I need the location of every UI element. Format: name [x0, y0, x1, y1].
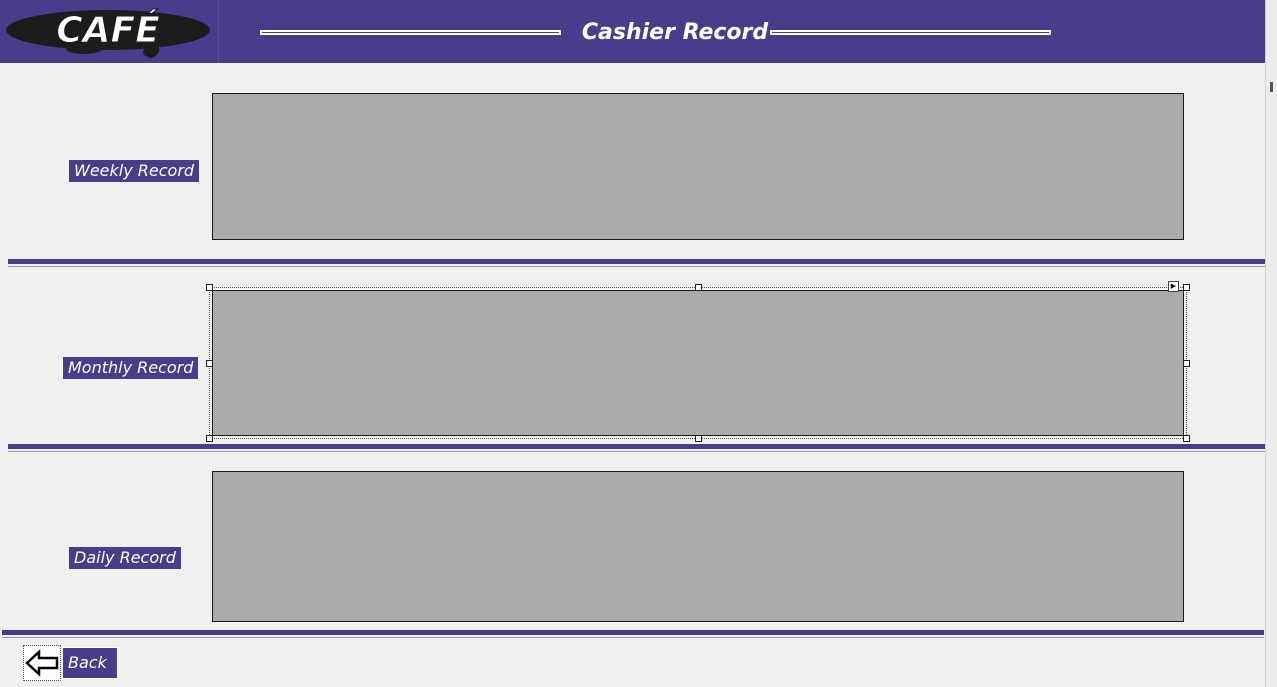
page-title: Cashier Record: [581, 20, 769, 45]
resize-handle[interactable]: [206, 284, 213, 291]
cafe-logo: CAFÉ: [6, 9, 210, 58]
section-divider: [8, 259, 1265, 264]
daily-record-label: Daily Record: [69, 547, 181, 569]
resize-handle[interactable]: [1183, 435, 1190, 442]
section-divider-thin: [8, 451, 1265, 452]
daily-record-grid[interactable]: [212, 471, 1184, 622]
title-decor-line-left: [260, 30, 561, 35]
weekly-record-label: Weekly Record: [69, 160, 200, 182]
resize-handle[interactable]: [1183, 360, 1190, 367]
logo-panel: CAFÉ: [0, 0, 219, 63]
section-divider-thin: [2, 637, 1264, 638]
section-divider-thin: [8, 266, 1265, 267]
resize-handle[interactable]: [206, 435, 213, 442]
back-button[interactable]: Back: [62, 647, 118, 679]
resize-handle[interactable]: [1183, 284, 1190, 291]
resize-handle[interactable]: [695, 435, 702, 442]
smart-tag-arrow-icon[interactable]: ▶: [1168, 281, 1179, 292]
title-decor-line-right: [770, 30, 1051, 35]
section-divider: [8, 444, 1265, 449]
selection-frame: [209, 287, 1187, 439]
section-divider: [2, 630, 1264, 635]
svg-text:CAFÉ: CAFÉ: [56, 9, 160, 51]
header-bar: CAFÉ Cashier Record: [0, 0, 1265, 63]
weekly-record-grid[interactable]: [212, 93, 1184, 240]
left-arrow-icon[interactable]: [23, 645, 61, 681]
monthly-record-label: Monthly Record: [63, 357, 199, 379]
resize-handle[interactable]: [206, 360, 213, 367]
scrollbar-thumb[interactable]: [1270, 82, 1273, 92]
resize-handle[interactable]: [695, 284, 702, 291]
vertical-scrollbar[interactable]: [1265, 0, 1277, 687]
